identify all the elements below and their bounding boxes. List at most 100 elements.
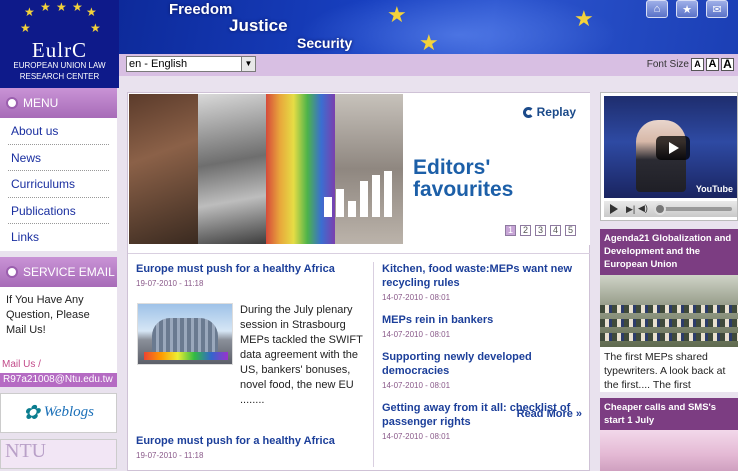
- news-section: Europe must push for a healthy Africa 19…: [128, 253, 590, 471]
- news-item-title[interactable]: Getting away from it all: checklist of p…: [382, 401, 587, 429]
- featured-news-body: During the July plenary session in Stras…: [136, 303, 368, 406]
- list-item: Supporting newly developed democracies 1…: [382, 350, 587, 390]
- list-item: MEPs rein in bankers 14-07-2010 - 08:01: [382, 313, 587, 339]
- parliament-building-image[interactable]: [137, 303, 233, 365]
- left-sidebar: MENU About us News Curriculums Publicati…: [0, 88, 117, 471]
- bar-chart-graphic: [324, 171, 392, 217]
- replay-button[interactable]: Replay: [522, 105, 576, 119]
- building-shape: [152, 318, 218, 354]
- slider-headline: Editors' favourites: [413, 157, 513, 201]
- banner-word-justice: Justice: [229, 16, 288, 35]
- play-icon[interactable]: [656, 136, 690, 160]
- home-icon[interactable]: ⌂: [646, 0, 668, 18]
- slider-page-4[interactable]: 4: [550, 225, 561, 236]
- slider-page-1[interactable]: 1: [505, 225, 516, 236]
- right-column: YouTube ▶| ◀) Agenda21 Globalization and…: [600, 92, 738, 471]
- classroom-image[interactable]: [600, 275, 738, 347]
- logo-name: EUROPEAN UNION LAW RESEARCH CENTER: [13, 61, 106, 81]
- ntu-banner[interactable]: NTU: [0, 438, 117, 469]
- mail-us-label: Mail Us /: [0, 358, 117, 373]
- news-item-title[interactable]: Supporting newly developed democracies: [382, 350, 587, 378]
- header-icons: ⌂ ★ ✉: [646, 0, 728, 18]
- slider-photo-portrait: [129, 94, 198, 244]
- font-size-small-button[interactable]: A: [691, 58, 704, 71]
- featured-news-title[interactable]: Europe must push for a healthy Africa: [136, 262, 368, 276]
- news-item-date: 14-07-2010 - 08:01: [382, 330, 451, 339]
- classroom-row: [600, 319, 738, 327]
- language-select[interactable]: en - English ▼: [126, 56, 256, 72]
- mail-address-link[interactable]: R97a21008@Ntu.edu.tw: [0, 372, 117, 387]
- menu-list: About us News Curriculums Publications L…: [0, 118, 117, 251]
- slider-headline-line1: Editors': [413, 156, 491, 179]
- flags-strip: [144, 352, 228, 360]
- site-logo[interactable]: ★ ★ ★ ★ ★ ★ ★ EulrC EUROPEAN UNION LAW R…: [0, 0, 119, 88]
- header-banner: ★ ★ ★ Freedom Justice Security ⌂ ★ ✉: [119, 0, 738, 54]
- main-content: Replay Editors' favourites 1 2 3 4 5 Eur…: [127, 92, 590, 471]
- repeated-news: Europe must push for a healthy Africa 19…: [136, 434, 368, 460]
- banner-star-icon: ★: [574, 6, 594, 31]
- banner-star-icon: ★: [387, 2, 407, 27]
- skip-icon[interactable]: ▶|: [626, 204, 635, 215]
- menu-item-curriculums[interactable]: Curriculums: [8, 171, 109, 198]
- video-controls: ▶| ◀): [604, 201, 737, 217]
- cheaper-calls-image[interactable]: [600, 430, 738, 471]
- weblogs-label: Weblogs: [43, 404, 95, 420]
- banner-word-security: Security: [297, 35, 353, 51]
- classroom-row: [600, 305, 738, 313]
- service-email-header: SERVICE EMAIL: [0, 256, 117, 287]
- font-size-large-button[interactable]: A: [721, 58, 734, 71]
- volume-icon[interactable]: ◀): [638, 203, 648, 214]
- menu-item-publications[interactable]: Publications: [8, 198, 109, 224]
- slider-page-5[interactable]: 5: [565, 225, 576, 236]
- repeated-news-title[interactable]: Europe must push for a healthy Africa: [136, 434, 368, 448]
- weblogs-banner[interactable]: ✿ Weblogs: [0, 392, 117, 433]
- news-item-title[interactable]: MEPs rein in bankers: [382, 313, 587, 327]
- service-email-text: If You Have Any Question, Please Mail Us…: [0, 286, 117, 359]
- replay-label: Replay: [536, 105, 576, 119]
- news-list: Kitchen, food waste:MEPs want new recycl…: [382, 262, 587, 452]
- svg-text:★: ★: [20, 21, 31, 35]
- video-player[interactable]: YouTube ▶| ◀): [600, 92, 738, 221]
- featured-news-date: 19-07-2010 - 11:18: [136, 279, 204, 288]
- font-size-medium-button[interactable]: A: [706, 58, 719, 71]
- svg-text:★: ★: [90, 21, 101, 35]
- cheaper-calls-title[interactable]: Cheaper calls and SMS's start 1 July: [600, 398, 738, 430]
- svg-text:★: ★: [86, 5, 97, 19]
- svg-text:★: ★: [56, 2, 67, 14]
- slider-page-3[interactable]: 3: [535, 225, 546, 236]
- star-icon[interactable]: ★: [676, 0, 698, 18]
- chevron-down-icon[interactable]: ▼: [241, 57, 255, 71]
- list-item: Kitchen, food waste:MEPs want new recycl…: [382, 262, 587, 302]
- service-email-title: SERVICE EMAIL: [23, 264, 115, 279]
- replay-icon: [522, 106, 534, 118]
- eu-stars-icon: ★ ★ ★ ★ ★ ★ ★: [20, 2, 101, 35]
- weblogs-logo-icon: ✿: [22, 402, 40, 424]
- menu-item-about-us[interactable]: About us: [8, 118, 109, 145]
- video-screen[interactable]: YouTube: [604, 96, 737, 198]
- menu-item-links[interactable]: Links: [8, 224, 109, 251]
- menu-item-news[interactable]: News: [8, 145, 109, 171]
- language-value: en - English: [129, 58, 188, 70]
- slider-page-2[interactable]: 2: [520, 225, 531, 236]
- banner-word-freedom: Freedom: [169, 1, 233, 18]
- repeated-news-date: 19-07-2010 - 11:18: [136, 451, 204, 460]
- slider-photo-rainbow-hands: [266, 94, 335, 244]
- agenda-title[interactable]: Agenda21 Globalization and Development a…: [600, 229, 738, 275]
- news-item-title[interactable]: Kitchen, food waste:MEPs want new recycl…: [382, 262, 587, 290]
- mail-icon[interactable]: ✉: [706, 0, 728, 18]
- agenda-text: The first MEPs shared typewriters. A loo…: [600, 347, 738, 392]
- menu-title: MENU: [23, 96, 59, 110]
- toolbar: en - English ▼ Font Size A A A: [119, 54, 738, 76]
- news-item-date: 14-07-2010 - 08:01: [382, 432, 451, 441]
- video-progress-handle[interactable]: [654, 203, 666, 215]
- slider-photos: [129, 94, 403, 244]
- slider-pager: 1 2 3 4 5: [505, 225, 576, 236]
- news-column-divider: [373, 262, 374, 467]
- play-button-icon[interactable]: [610, 204, 618, 214]
- editors-favourites-slider[interactable]: Replay Editors' favourites 1 2 3 4 5: [128, 93, 590, 245]
- slider-photo-keyboard-lock: [197, 94, 266, 244]
- news-item-date: 14-07-2010 - 08:01: [382, 381, 451, 390]
- list-item: Getting away from it all: checklist of p…: [382, 401, 587, 441]
- svg-text:★: ★: [24, 5, 35, 19]
- banner-star-icon: ★: [419, 30, 439, 54]
